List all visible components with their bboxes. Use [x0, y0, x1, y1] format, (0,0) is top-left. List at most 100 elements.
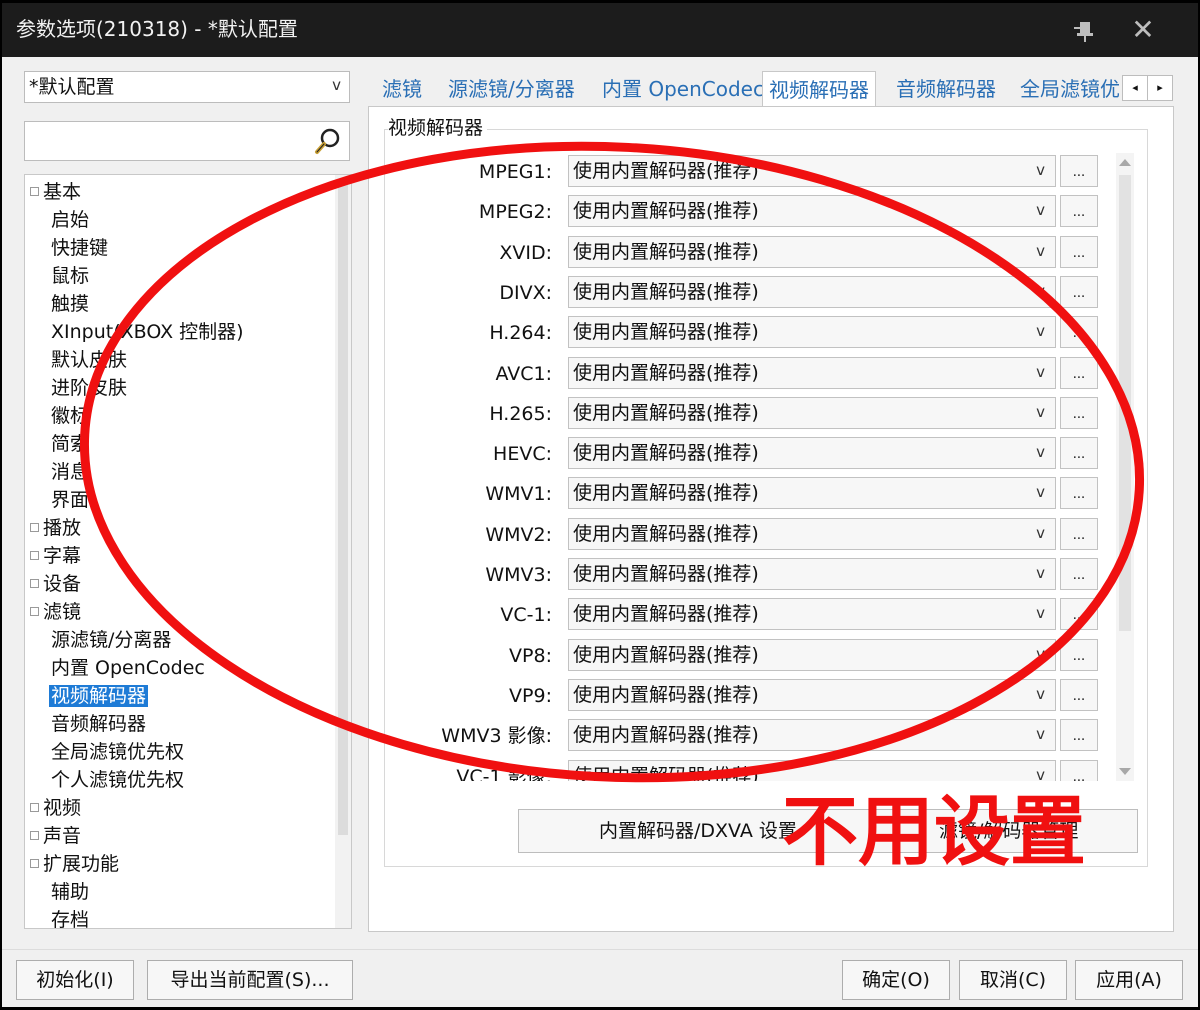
tree-item[interactable]: 源滤镜/分离器: [49, 625, 173, 653]
ok-button[interactable]: 确定(O): [842, 960, 950, 1000]
decoder-more-button[interactable]: ...: [1060, 719, 1098, 751]
tree-item[interactable]: 个人滤镜优先权: [49, 765, 186, 793]
tree-item-label: 启始: [51, 208, 90, 231]
tree-item[interactable]: 视频解码器: [49, 681, 149, 709]
decoder-more-button[interactable]: ...: [1060, 639, 1098, 671]
tree-item[interactable]: 字幕: [30, 541, 83, 569]
decoder-more-button[interactable]: ...: [1060, 155, 1098, 187]
tab-audio-decoder[interactable]: 音频解码器: [896, 71, 996, 107]
tab-scroll-left-icon[interactable]: ◂: [1122, 75, 1148, 101]
expand-icon[interactable]: [30, 831, 39, 840]
tree-item[interactable]: XInput(XBOX 控制器): [49, 317, 246, 345]
tree-scroll-thumb[interactable]: [338, 183, 348, 835]
expand-icon[interactable]: [30, 859, 39, 868]
tree-item[interactable]: 界面: [49, 485, 91, 513]
decoder-scroll-thumb[interactable]: [1119, 175, 1131, 631]
init-button[interactable]: 初始化(I): [16, 960, 134, 1000]
tree-item[interactable]: 鼠标: [49, 261, 91, 289]
decoder-select[interactable]: 使用内置解码器(推荐) v: [568, 236, 1056, 268]
tree-item[interactable]: 全局滤镜优先权: [49, 737, 186, 765]
decoder-select[interactable]: 使用内置解码器(推荐) v: [568, 639, 1056, 671]
decoder-select-value: 使用内置解码器(推荐): [573, 765, 759, 781]
decoder-more-button[interactable]: ...: [1060, 357, 1098, 389]
decoder-select[interactable]: 使用内置解码器(推荐) v: [568, 155, 1056, 187]
chevron-down-icon: v: [1036, 201, 1045, 219]
decoder-more-button[interactable]: ...: [1060, 236, 1098, 268]
decoder-more-button[interactable]: ...: [1060, 598, 1098, 630]
collapse-icon[interactable]: [30, 187, 39, 196]
decoder-more-button[interactable]: ...: [1060, 316, 1098, 348]
decoder-more-button[interactable]: ...: [1060, 397, 1098, 429]
tab-scroll-right-icon[interactable]: ▸: [1147, 75, 1173, 101]
decoder-select[interactable]: 使用内置解码器(推荐) v: [568, 357, 1056, 389]
tree-item[interactable]: 消息: [49, 457, 91, 485]
decoder-more-button[interactable]: ...: [1060, 558, 1098, 590]
tab-video-decoder[interactable]: 视频解码器: [762, 71, 876, 107]
tree-item[interactable]: 设备: [30, 569, 83, 597]
tab-opencodec[interactable]: 内置 OpenCodec: [602, 71, 764, 107]
export-config-button[interactable]: 导出当前配置(S)...: [147, 960, 353, 1000]
decoder-select[interactable]: 使用内置解码器(推荐) v: [568, 598, 1056, 630]
tree-item[interactable]: 简索: [49, 429, 91, 457]
tree-item-label: 播放: [43, 516, 82, 539]
tree-item[interactable]: 基本: [30, 177, 83, 205]
scroll-down-icon[interactable]: [1119, 768, 1131, 775]
decoder-more-button[interactable]: ...: [1060, 518, 1098, 550]
tree-item[interactable]: 滤镜: [30, 597, 83, 625]
close-icon[interactable]: ✕: [1126, 13, 1160, 47]
decoder-more-button[interactable]: ...: [1060, 437, 1098, 469]
scroll-up-icon[interactable]: [1119, 159, 1131, 166]
tree-item[interactable]: 启始: [49, 205, 91, 233]
tree-item[interactable]: 内置 OpenCodec: [49, 653, 207, 681]
decoder-select[interactable]: 使用内置解码器(推荐) v: [568, 558, 1056, 590]
chevron-down-icon: v: [332, 76, 341, 94]
tree-item[interactable]: 徽标: [49, 401, 91, 429]
decoder-select[interactable]: 使用内置解码器(推荐) v: [568, 437, 1056, 469]
decoder-select[interactable]: 使用内置解码器(推荐) v: [568, 760, 1056, 781]
tree-item[interactable]: 视频: [30, 793, 83, 821]
decoder-select[interactable]: 使用内置解码器(推荐) v: [568, 195, 1056, 227]
profile-select[interactable]: *默认配置 v: [24, 71, 350, 103]
tree-item[interactable]: 播放: [30, 513, 83, 541]
tree-item[interactable]: 扩展功能: [30, 849, 121, 877]
search-icon[interactable]: [313, 126, 343, 156]
decoder-select-value: 使用内置解码器(推荐): [573, 442, 759, 464]
tree-item[interactable]: 声音: [30, 821, 83, 849]
collapse-icon[interactable]: [30, 607, 39, 616]
apply-button[interactable]: 应用(A): [1075, 960, 1183, 1000]
decoder-select[interactable]: 使用内置解码器(推荐) v: [568, 477, 1056, 509]
tree-scrollbar[interactable]: [335, 175, 351, 928]
decoder-select[interactable]: 使用内置解码器(推荐) v: [568, 276, 1056, 308]
tree-item[interactable]: 快捷键: [49, 233, 110, 261]
decoder-select[interactable]: 使用内置解码器(推荐) v: [568, 679, 1056, 711]
tab-filters[interactable]: 滤镜: [382, 71, 422, 107]
decoder-more-button[interactable]: ...: [1060, 276, 1098, 308]
expand-icon[interactable]: [30, 803, 39, 812]
tree-item[interactable]: 辅助: [49, 877, 91, 905]
tree-item[interactable]: 存档: [49, 905, 91, 929]
decoder-more-button[interactable]: ...: [1060, 195, 1098, 227]
decoder-more-button[interactable]: ...: [1060, 679, 1098, 711]
tree-item[interactable]: 默认皮肤: [49, 345, 129, 373]
decoder-select[interactable]: 使用内置解码器(推荐) v: [568, 719, 1056, 751]
tab-global-filter-priority[interactable]: 全局滤镜优: [1020, 71, 1124, 107]
decoder-more-button[interactable]: ...: [1060, 477, 1098, 509]
tree-item-label: 触摸: [51, 292, 90, 315]
tab-source-filters[interactable]: 源滤镜/分离器: [448, 71, 575, 107]
decoder-list-scrollbar[interactable]: [1116, 153, 1134, 781]
pin-icon[interactable]: [1070, 15, 1100, 45]
tree-item[interactable]: 触摸: [49, 289, 91, 317]
tree-item[interactable]: 进阶皮肤: [49, 373, 129, 401]
expand-icon[interactable]: [30, 551, 39, 560]
decoder-more-button[interactable]: ...: [1060, 760, 1098, 781]
tree-item[interactable]: 音频解码器: [49, 709, 148, 737]
decoder-select[interactable]: 使用内置解码器(推荐) v: [568, 316, 1056, 348]
annotation-text: 不用设置: [782, 787, 1086, 876]
expand-icon[interactable]: [30, 579, 39, 588]
decoder-select[interactable]: 使用内置解码器(推荐) v: [568, 518, 1056, 550]
tree-item-label: 视频解码器: [49, 684, 149, 707]
search-input[interactable]: [24, 121, 350, 161]
decoder-select[interactable]: 使用内置解码器(推荐) v: [568, 397, 1056, 429]
expand-icon[interactable]: [30, 523, 39, 532]
cancel-button[interactable]: 取消(C): [959, 960, 1067, 1000]
